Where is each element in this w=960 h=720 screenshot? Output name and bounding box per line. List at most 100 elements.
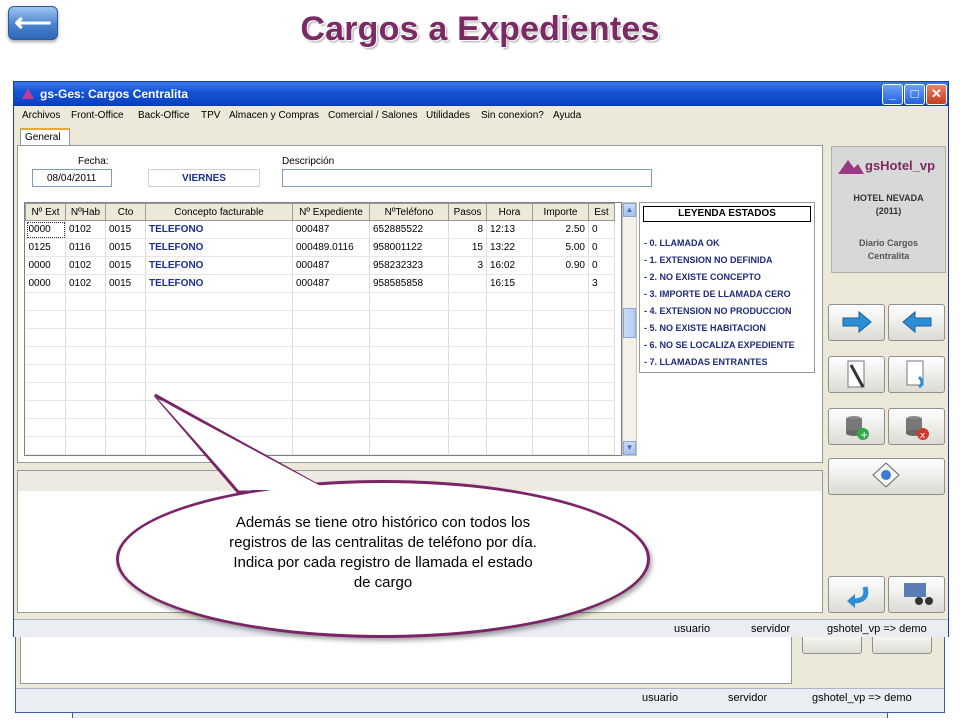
legend-item: - 4. EXTENSION NO PRODUCCION: [644, 306, 792, 316]
col-hora[interactable]: Hora: [486, 203, 533, 221]
table-row-empty[interactable]: [25, 346, 615, 365]
cell-pasos[interactable]: 8: [448, 220, 487, 239]
col-importe[interactable]: Importe: [532, 203, 589, 221]
cell-hab[interactable]: 0102: [65, 274, 106, 293]
minimize-button[interactable]: _: [882, 84, 903, 105]
cell-ext[interactable]: 0125: [25, 238, 66, 257]
scroll-down-icon[interactable]: ▼: [623, 441, 636, 455]
cell-pasos[interactable]: 3: [448, 256, 487, 275]
cell-ext[interactable]: 0000: [25, 256, 66, 275]
cell-cto[interactable]: 0015: [105, 220, 146, 239]
cell-importe[interactable]: [532, 274, 589, 293]
table-row-empty[interactable]: [25, 328, 615, 347]
table-row-empty[interactable]: [25, 292, 615, 311]
table-row[interactable]: 0000 0102 0015 TELEFONO 000487 652885522…: [25, 220, 615, 239]
status-db: gshotel_vp => demo: [827, 623, 927, 635]
table-row-empty[interactable]: [25, 364, 615, 383]
cell-telefono[interactable]: 958585858: [369, 274, 449, 293]
maximize-button[interactable]: □: [904, 84, 925, 105]
menu-tpv[interactable]: TPV: [201, 110, 220, 121]
menu-sin-conexion[interactable]: Sin conexion?: [481, 110, 544, 121]
edit-button[interactable]: [828, 356, 885, 393]
menu-comercial[interactable]: Comercial / Salones: [328, 110, 417, 121]
cell-est[interactable]: 0: [588, 238, 615, 257]
menu-utilidades[interactable]: Utilidades: [426, 110, 470, 121]
col-est[interactable]: Est: [588, 203, 615, 221]
cell-hab[interactable]: 0102: [65, 220, 106, 239]
cell-expediente[interactable]: 000487: [292, 256, 370, 275]
cell-telefono[interactable]: 652885522: [369, 220, 449, 239]
legend-item: - 6. NO SE LOCALIZA EXPEDIENTE: [644, 340, 795, 350]
database-add-icon: +: [846, 416, 869, 441]
cell-ext[interactable]: 0000: [25, 274, 66, 293]
delete-record-button[interactable]: x: [888, 408, 945, 445]
menu-front-office[interactable]: Front-Office: [71, 110, 124, 121]
grid-scrollbar[interactable]: ▲ ▼: [622, 202, 637, 456]
col-pasos[interactable]: Pasos: [448, 203, 487, 221]
logo-hotel: HOTEL NEVADA: [853, 193, 924, 203]
cell-expediente[interactable]: 000487: [292, 274, 370, 293]
col-ext[interactable]: Nº Ext: [25, 203, 66, 221]
cell-cto[interactable]: 0015: [105, 238, 146, 257]
cell-concepto[interactable]: TELEFONO: [145, 220, 293, 239]
cell-pasos[interactable]: 15: [448, 238, 487, 257]
cell-hora[interactable]: 16:02: [486, 256, 533, 275]
cell-importe[interactable]: 2.50: [532, 220, 589, 239]
legend-item: - 5. NO EXISTE HABITACION: [644, 323, 766, 333]
search-button[interactable]: [888, 576, 945, 613]
cell-est[interactable]: 3: [588, 274, 615, 293]
scroll-thumb[interactable]: [623, 308, 636, 338]
menu-ayuda[interactable]: Ayuda: [553, 110, 581, 121]
cell-est[interactable]: 0: [588, 220, 615, 239]
cell-expediente[interactable]: 000487: [292, 220, 370, 239]
table-row[interactable]: 0000 0102 0015 TELEFONO 000487 958232323…: [25, 256, 615, 275]
cell-pasos[interactable]: [448, 274, 487, 293]
cell-cto[interactable]: 0015: [105, 274, 146, 293]
logo-panel: gsHotel_vp HOTEL NEVADA (2011) Diario Ca…: [831, 146, 946, 273]
next-button[interactable]: [828, 304, 885, 341]
cell-cto[interactable]: 0015: [105, 256, 146, 275]
col-cto[interactable]: Cto: [105, 203, 146, 221]
cell-hora[interactable]: 12:13: [486, 220, 533, 239]
add-record-button[interactable]: +: [828, 408, 885, 445]
cell-concepto[interactable]: TELEFONO: [145, 256, 293, 275]
legend-item: - 7. LLAMADAS ENTRANTES: [644, 357, 768, 367]
col-telefono[interactable]: NºTeléfono: [369, 203, 449, 221]
menu-back-office[interactable]: Back-Office: [138, 110, 190, 121]
table-row[interactable]: 0000 0102 0015 TELEFONO 000487 958585858…: [25, 274, 615, 293]
cell-telefono[interactable]: 958001122: [369, 238, 449, 257]
cell-telefono[interactable]: 958232323: [369, 256, 449, 275]
dia-field: VIERNES: [148, 169, 260, 187]
table-row[interactable]: 0125 0116 0015 TELEFONO 000489.0116 9580…: [25, 238, 615, 257]
cell-hab[interactable]: 0102: [65, 256, 106, 275]
col-expediente[interactable]: Nº Expediente: [292, 203, 370, 221]
svg-text:x: x: [920, 431, 926, 441]
menu-archivos[interactable]: Archivos: [22, 110, 60, 121]
cell-est[interactable]: 0: [588, 256, 615, 275]
undo-button[interactable]: [828, 576, 885, 613]
descripcion-field[interactable]: [282, 169, 652, 187]
col-hab[interactable]: NºHab: [65, 203, 106, 221]
col-concepto[interactable]: Concepto facturable: [145, 203, 293, 221]
svg-text:+: +: [860, 430, 868, 441]
cell-hab[interactable]: 0116: [65, 238, 106, 257]
import-button[interactable]: [888, 356, 945, 393]
close-button[interactable]: ✕: [926, 84, 947, 105]
cell-importe[interactable]: 5.00: [532, 238, 589, 257]
background-window: usuario servidor gshotel_vp => demo: [15, 625, 945, 713]
process-button[interactable]: [828, 458, 945, 495]
scroll-up-icon[interactable]: ▲: [623, 203, 636, 217]
cell-concepto[interactable]: TELEFONO: [145, 274, 293, 293]
cell-ext[interactable]: 0000: [25, 220, 66, 239]
cell-importe[interactable]: 0.90: [532, 256, 589, 275]
cell-hora[interactable]: 16:15: [486, 274, 533, 293]
previous-button[interactable]: [888, 304, 945, 341]
callout-line: registros de las centralitas de teléfono…: [229, 534, 537, 551]
cell-expediente[interactable]: 000489.0116: [292, 238, 370, 257]
tab-general[interactable]: General: [20, 128, 70, 146]
fecha-field[interactable]: 08/04/2011: [32, 169, 112, 187]
cell-hora[interactable]: 13:22: [486, 238, 533, 257]
cell-concepto[interactable]: TELEFONO: [145, 238, 293, 257]
table-row-empty[interactable]: [25, 310, 615, 329]
menu-almacen[interactable]: Almacen y Compras: [229, 110, 319, 121]
